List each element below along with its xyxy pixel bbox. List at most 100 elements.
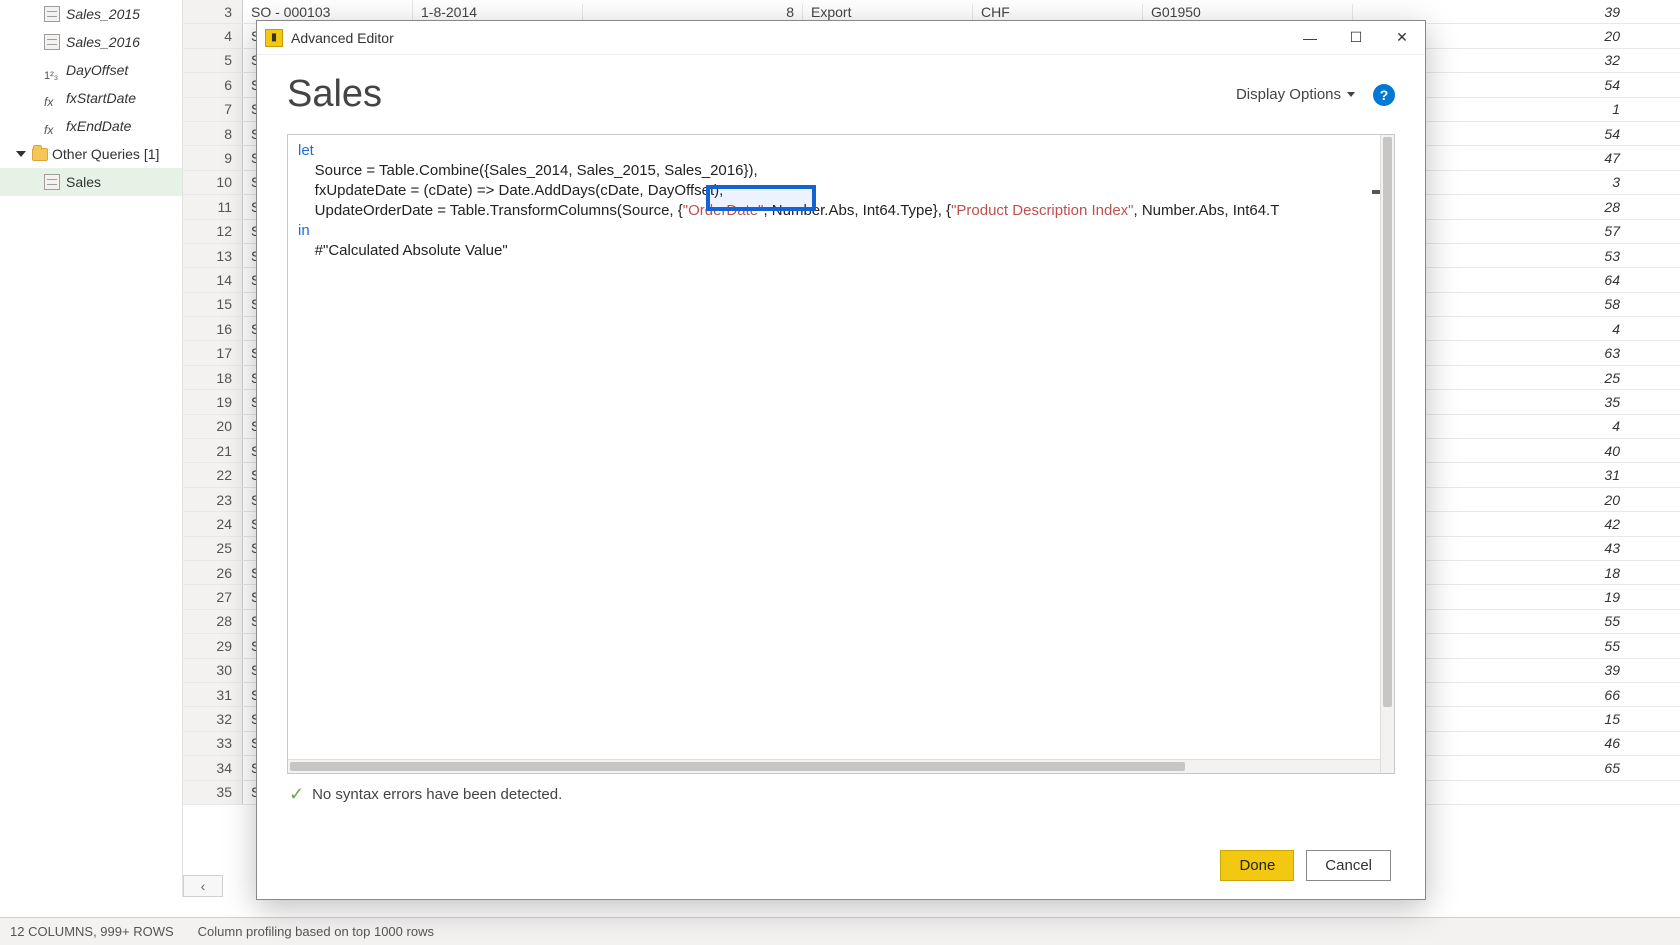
row-number: 15 (183, 293, 243, 316)
cell: 55 (1530, 613, 1680, 629)
row-number: 29 (183, 634, 243, 657)
cell: 54 (1530, 126, 1680, 142)
scrollbar-thumb[interactable] (1383, 137, 1392, 707)
status-bar: 12 COLUMNS, 999+ ROWS Column profiling b… (0, 917, 1680, 945)
cell: 15 (1530, 711, 1680, 727)
cell: 32 (1530, 52, 1680, 68)
syntax-status: ✓ No syntax errors have been detected. (287, 774, 1395, 815)
row-number: 34 (183, 756, 243, 779)
row-number: 33 (183, 732, 243, 755)
cell: 66 (1530, 687, 1680, 703)
query-group-label: Other Queries [1] (52, 146, 159, 162)
row-number: 35 (183, 781, 243, 804)
row-number: 17 (183, 341, 243, 364)
query-item[interactable]: Sales_2016 (0, 28, 182, 56)
row-number: 12 (183, 220, 243, 243)
function-icon (44, 90, 60, 106)
advanced-editor-dialog: ▮ Advanced Editor — ☐ ✕ Sales Display Op… (256, 20, 1426, 900)
row-number: 19 (183, 390, 243, 413)
query-group[interactable]: Other Queries [1] (0, 140, 182, 168)
row-number: 27 (183, 585, 243, 608)
cell: 31 (1530, 467, 1680, 483)
scroll-left-button[interactable]: ‹ (183, 875, 223, 897)
maximize-button[interactable]: ☐ (1333, 21, 1379, 55)
table-icon (44, 6, 60, 22)
cell: 18 (1530, 565, 1680, 581)
cell: 58 (1530, 296, 1680, 312)
minimize-button[interactable]: — (1287, 21, 1333, 55)
close-button[interactable]: ✕ (1379, 21, 1425, 55)
cell: 65 (1530, 760, 1680, 776)
cell: 3 (1530, 174, 1680, 190)
row-number: 20 (183, 415, 243, 438)
row-number: 10 (183, 171, 243, 194)
function-icon (44, 118, 60, 134)
code-editor[interactable]: let Source = Table.Combine({Sales_2014, … (287, 134, 1395, 774)
query-label: DayOffset (66, 58, 128, 82)
done-button[interactable]: Done (1220, 850, 1294, 881)
cell: G01950 (1143, 4, 1353, 20)
row-number: 18 (183, 366, 243, 389)
cell: 47 (1530, 150, 1680, 166)
query-item[interactable]: DayOffset (0, 56, 182, 84)
horizontal-scrollbar[interactable] (288, 759, 1380, 773)
cell: 54 (1530, 77, 1680, 93)
cell: 4 (1530, 321, 1680, 337)
query-item[interactable]: Sales_2015 (0, 0, 182, 28)
cell: 46 (1530, 735, 1680, 751)
cell: 1 (1530, 101, 1680, 117)
cell: CHF (973, 4, 1143, 20)
cell: 19 (1530, 589, 1680, 605)
row-number: 22 (183, 463, 243, 486)
query-item[interactable]: fxStartDate (0, 84, 182, 112)
row-number: 25 (183, 537, 243, 560)
cell: 63 (1530, 345, 1680, 361)
window-title: Advanced Editor (291, 30, 394, 46)
cell: 39 (1530, 662, 1680, 678)
cell: 20 (1530, 492, 1680, 508)
window-controls: — ☐ ✕ (1287, 21, 1425, 55)
cell: 28 (1530, 199, 1680, 215)
cell: 42 (1530, 516, 1680, 532)
row-number: 7 (183, 98, 243, 121)
query-label: Sales (66, 170, 101, 194)
row-number: 13 (183, 244, 243, 267)
query-item[interactable]: fxEndDate (0, 112, 182, 140)
row-number: 6 (183, 73, 243, 96)
cell: 57 (1530, 223, 1680, 239)
vertical-scrollbar[interactable] (1380, 135, 1394, 773)
cell: 55 (1530, 638, 1680, 654)
cell: 64 (1530, 272, 1680, 288)
cell: 35 (1530, 394, 1680, 410)
dialog-header: Sales Display Options ? (287, 73, 1395, 116)
display-options-label: Display Options (1236, 86, 1341, 103)
app-icon: ▮ (265, 29, 283, 47)
table-icon (44, 34, 60, 50)
cell: 20 (1530, 28, 1680, 44)
scrollbar-thumb[interactable] (290, 762, 1185, 771)
row-number: 21 (183, 439, 243, 462)
row-number: 3 (183, 0, 243, 23)
cell: 4 (1530, 418, 1680, 434)
minimap-marker (1372, 190, 1380, 194)
query-label: fxStartDate (66, 86, 136, 110)
cell: Export (803, 4, 973, 20)
status-profiling: Column profiling based on top 1000 rows (198, 924, 434, 939)
help-button[interactable]: ? (1373, 84, 1395, 106)
queries-pane: Sales_2015 Sales_2016 DayOffset fxStartD… (0, 0, 183, 897)
row-number: 8 (183, 122, 243, 145)
row-number: 5 (183, 49, 243, 72)
titlebar[interactable]: ▮ Advanced Editor — ☐ ✕ (257, 21, 1425, 55)
query-item-selected[interactable]: Sales (0, 168, 182, 196)
chevron-down-icon (16, 151, 26, 157)
row-number: 4 (183, 24, 243, 47)
cell: 8 (583, 4, 803, 20)
cancel-button[interactable]: Cancel (1306, 850, 1391, 881)
row-number: 23 (183, 488, 243, 511)
query-label: Sales_2015 (66, 2, 140, 26)
cell: 40 (1530, 443, 1680, 459)
display-options-dropdown[interactable]: Display Options (1236, 86, 1355, 103)
dialog-heading: Sales (287, 73, 1236, 116)
row-number: 30 (183, 659, 243, 682)
check-icon: ✓ (289, 784, 304, 805)
